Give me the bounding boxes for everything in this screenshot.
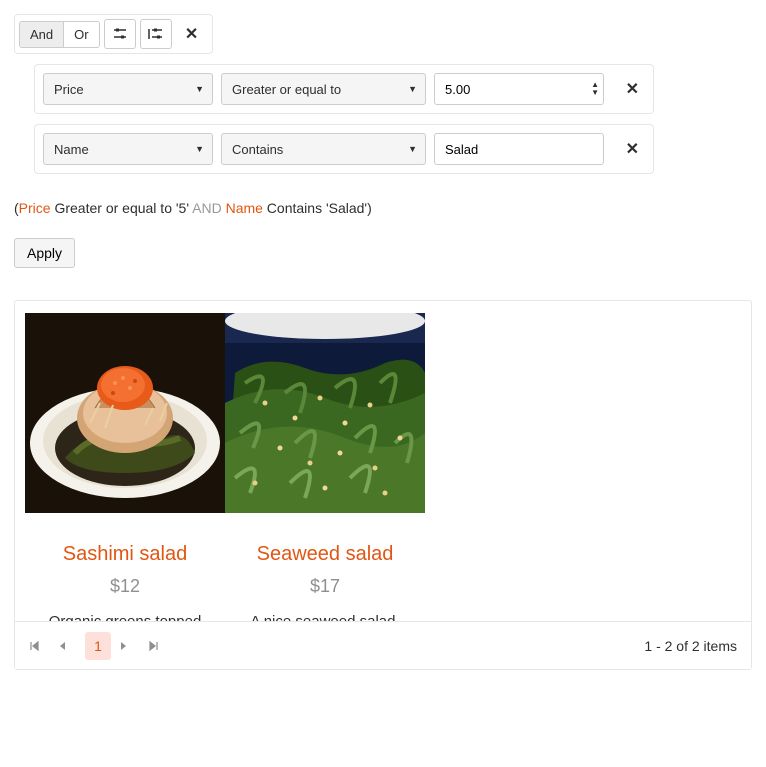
add-expression-button[interactable] — [104, 19, 136, 49]
item-description: A nice seaweed salad. — [225, 613, 425, 621]
filter-group-icon — [148, 27, 164, 41]
clear-filter-button[interactable]: ✕ — [176, 19, 208, 49]
filter-sliders-icon — [112, 27, 128, 41]
value-number-input[interactable] — [435, 82, 603, 97]
filter-expression-preview: (Price Greater or equal to '5' AND Name … — [14, 200, 752, 216]
item-thumbnail — [25, 313, 225, 513]
apply-button[interactable]: Apply — [14, 238, 75, 268]
pager-current-page[interactable]: 1 — [85, 632, 111, 660]
add-group-button[interactable] — [140, 19, 172, 49]
pager-prev-button[interactable] — [57, 640, 77, 652]
spinner-down-icon[interactable]: ▼ — [591, 89, 599, 97]
list-item: Seaweed salad $17 A nice seaweed salad. — [225, 313, 425, 621]
field-value: Name — [54, 142, 89, 157]
close-icon: ✕ — [626, 141, 639, 158]
filter-logic-toolbar: And Or ✕ — [14, 14, 213, 54]
value-text-input[interactable] — [435, 134, 603, 164]
pager-last-button[interactable] — [147, 640, 167, 652]
pager-next-button[interactable] — [119, 640, 139, 652]
expr-field: Price — [19, 200, 51, 216]
results-grid: Sashimi salad $12 Organic greens topped — [14, 300, 752, 670]
item-thumbnail — [225, 313, 425, 513]
expr-op: Greater or equal to '5' — [51, 200, 193, 216]
remove-row-button[interactable]: ✕ — [612, 139, 645, 159]
item-name: Sashimi salad — [25, 543, 225, 566]
item-price: $17 — [225, 576, 425, 597]
filter-row: Name Contains ✕ — [34, 124, 654, 174]
grid-body[interactable]: Sashimi salad $12 Organic greens topped — [15, 301, 751, 621]
pager-nav: 1 — [29, 632, 167, 660]
list-item: Sashimi salad $12 Organic greens topped — [25, 313, 225, 621]
operator-dropdown[interactable]: Greater or equal to — [221, 73, 426, 105]
operator-dropdown[interactable]: Contains — [221, 133, 426, 165]
last-page-icon — [147, 640, 159, 652]
logic-or-button[interactable]: Or — [63, 22, 98, 47]
prev-page-icon — [57, 640, 67, 652]
expr-logic: AND — [192, 200, 222, 216]
filter-row: Price Greater or equal to ▲ ▼ ✕ — [34, 64, 654, 114]
logic-and-button[interactable]: And — [20, 22, 63, 47]
item-name: Seaweed salad — [225, 543, 425, 566]
pager: 1 1 - 2 of 2 items — [15, 621, 751, 669]
close-icon: ✕ — [185, 24, 198, 44]
field-dropdown[interactable]: Name — [43, 133, 213, 165]
expr-op: Contains 'Salad') — [263, 200, 372, 216]
remove-row-button[interactable]: ✕ — [612, 79, 645, 99]
first-page-icon — [29, 640, 41, 652]
number-spinners: ▲ ▼ — [591, 81, 599, 97]
operator-value: Contains — [232, 142, 283, 157]
pager-info: 1 - 2 of 2 items — [644, 638, 737, 654]
value-number-input-wrapper: ▲ ▼ — [434, 73, 604, 105]
expr-field: Name — [222, 200, 263, 216]
field-value: Price — [54, 82, 84, 97]
value-text-input-wrapper — [434, 133, 604, 165]
operator-value: Greater or equal to — [232, 82, 341, 97]
next-page-icon — [119, 640, 129, 652]
item-description: Organic greens topped — [25, 613, 225, 621]
item-price: $12 — [25, 576, 225, 597]
logic-toggle-group: And Or — [19, 21, 100, 48]
pager-first-button[interactable] — [29, 640, 49, 652]
close-icon: ✕ — [626, 81, 639, 98]
field-dropdown[interactable]: Price — [43, 73, 213, 105]
